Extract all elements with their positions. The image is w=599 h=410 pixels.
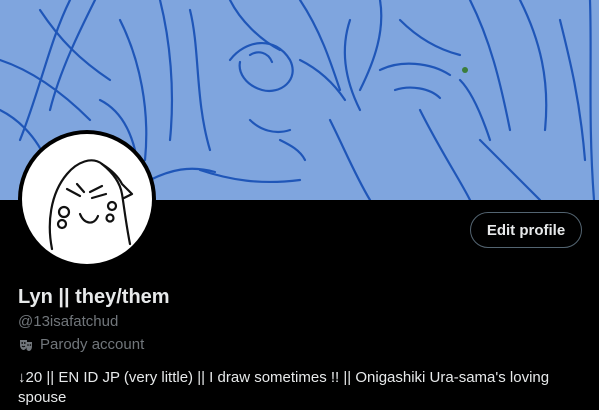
- parody-label-text: Parody account: [40, 336, 145, 353]
- avatar-image: [22, 134, 152, 264]
- theater-masks-icon: [18, 337, 34, 353]
- profile-handle: @13isafatchud: [18, 313, 119, 330]
- display-name: Lyn || they/them: [18, 286, 170, 308]
- parody-account-label[interactable]: Parody account: [18, 336, 144, 353]
- edit-profile-button[interactable]: Edit profile: [470, 212, 582, 248]
- profile-bio: ↓20 || EN ID JP (very little) || I draw …: [18, 369, 550, 406]
- profile-avatar[interactable]: [18, 130, 156, 268]
